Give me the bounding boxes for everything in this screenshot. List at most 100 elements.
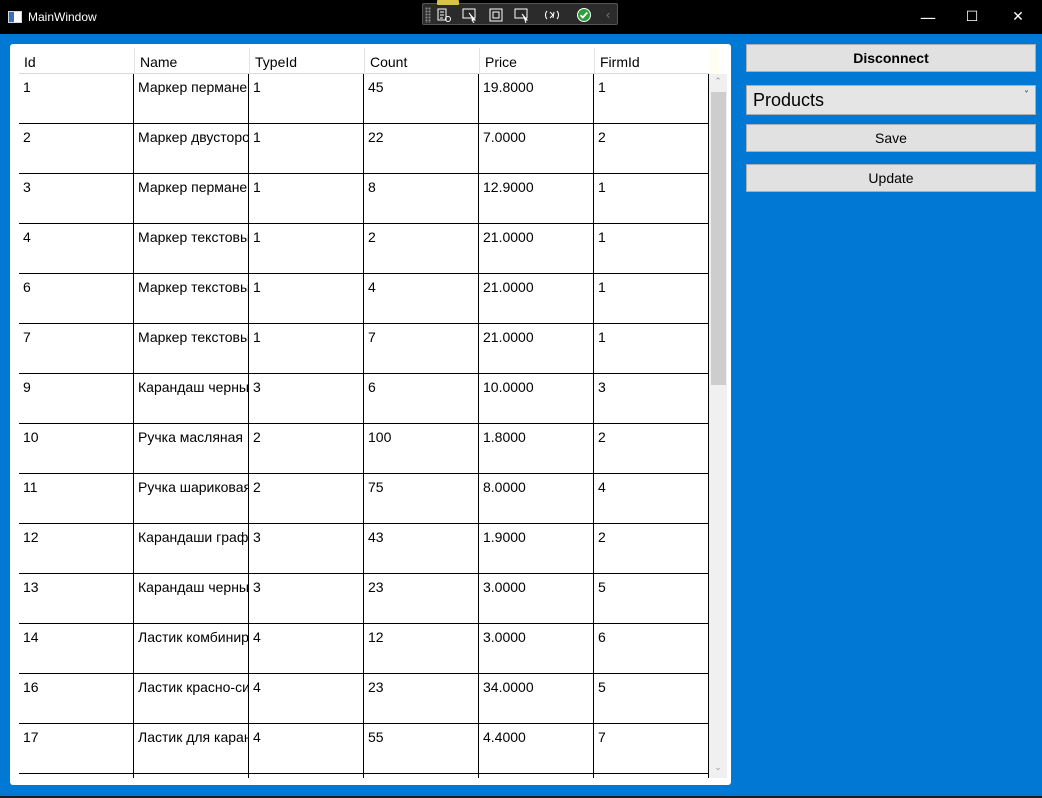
cell-typeid[interactable]: 1 bbox=[249, 74, 364, 124]
cell-price[interactable]: 3.0000 bbox=[479, 624, 594, 674]
cell-id[interactable]: 1 bbox=[19, 74, 134, 124]
cell-price[interactable]: 7.0000 bbox=[479, 124, 594, 174]
cell-count[interactable]: 22 bbox=[364, 124, 479, 174]
cell-firmid[interactable]: 2 bbox=[594, 524, 709, 574]
column-header-typeid[interactable]: TypeId bbox=[249, 48, 364, 74]
column-header-count[interactable]: Count bbox=[364, 48, 479, 74]
cell-typeid[interactable]: 1 bbox=[249, 274, 364, 324]
cell-typeid[interactable]: 1 bbox=[249, 224, 364, 274]
disconnect-button[interactable]: Disconnect bbox=[746, 44, 1036, 72]
cell-count[interactable] bbox=[364, 774, 479, 778]
table-row[interactable]: 1Маркер перманентный14519.80001 bbox=[19, 74, 709, 124]
select-element-icon[interactable] bbox=[461, 6, 479, 23]
table-select[interactable]: Products ˅ bbox=[746, 85, 1036, 115]
cell-name[interactable]: Маркер текстовый bbox=[134, 224, 249, 274]
cell-id[interactable]: 3 bbox=[19, 174, 134, 224]
table-row[interactable] bbox=[19, 774, 709, 778]
cell-firmid[interactable] bbox=[594, 774, 709, 778]
cell-typeid[interactable]: 1 bbox=[249, 324, 364, 374]
cell-count[interactable]: 4 bbox=[364, 274, 479, 324]
table-row[interactable]: 3Маркер перманентный1812.90001 bbox=[19, 174, 709, 224]
cell-price[interactable]: 3.0000 bbox=[479, 574, 594, 624]
cell-firmid[interactable]: 7 bbox=[594, 724, 709, 774]
table-row[interactable]: 10 Ручка масляная 2 100 1.8000 2 bbox=[19, 424, 709, 474]
table-row[interactable]: 7 Маркер текстовый 1 7 21.0000 1 bbox=[19, 324, 709, 374]
table-row[interactable]: 9 Карандаш черный 3 6 10.0000 3 bbox=[19, 374, 709, 424]
cell-typeid[interactable]: 3 bbox=[249, 574, 364, 624]
cell-name[interactable]: Маркер перманентный bbox=[134, 174, 249, 224]
display-adorners-icon[interactable] bbox=[487, 6, 505, 23]
cell-count[interactable]: 75 bbox=[364, 474, 479, 524]
cell-name[interactable]: Маркер текстовый bbox=[134, 274, 249, 324]
table-row[interactable]: 16Ластик красно-синий42334.00005 bbox=[19, 674, 709, 724]
update-button[interactable]: Update bbox=[746, 164, 1036, 192]
maximize-button[interactable]: ☐ bbox=[948, 0, 996, 34]
scroll-up-icon[interactable]: ⌃ bbox=[709, 74, 727, 90]
cell-name[interactable]: Карандаши графитные bbox=[134, 524, 249, 574]
column-header-name[interactable]: Name bbox=[134, 48, 249, 74]
hot-reload-icon[interactable] bbox=[543, 6, 561, 23]
table-row[interactable]: 13 Карандаш черный 3 23 3.0000 5 bbox=[19, 574, 709, 624]
cell-typeid[interactable]: 3 bbox=[249, 524, 364, 574]
cell-name[interactable]: Ластик для карандаша bbox=[134, 724, 249, 774]
scroll-down-icon[interactable]: ⌄ bbox=[709, 760, 727, 776]
cell-price[interactable]: 12.9000 bbox=[479, 174, 594, 224]
products-data-grid[interactable]: Id Name TypeId Count Price FirmId 1 Марке… bbox=[19, 48, 727, 778]
cell-id[interactable]: 10 bbox=[19, 424, 134, 474]
cell-price[interactable]: 8.0000 bbox=[479, 474, 594, 524]
table-row[interactable]: 6 Маркер текстовый 1 4 21.0000 1 bbox=[19, 274, 709, 324]
cell-firmid[interactable]: 2 bbox=[594, 424, 709, 474]
column-header-firmid[interactable]: FirmId bbox=[594, 48, 709, 74]
cell-firmid[interactable]: 5 bbox=[594, 574, 709, 624]
cell-name[interactable]: Ручка шариковая bbox=[134, 474, 249, 524]
cell-typeid[interactable]: 1 bbox=[249, 174, 364, 224]
close-button[interactable]: ✕ bbox=[994, 0, 1042, 34]
cell-firmid[interactable]: 1 bbox=[594, 224, 709, 274]
cell-id[interactable]: 4 bbox=[19, 224, 134, 274]
cell-count[interactable]: 45 bbox=[364, 74, 479, 124]
cell-price[interactable]: 34.0000 bbox=[479, 674, 594, 724]
cell-firmid[interactable]: 3 bbox=[594, 374, 709, 424]
cell-firmid[interactable]: 1 bbox=[594, 174, 709, 224]
cell-typeid[interactable]: 2 bbox=[249, 424, 364, 474]
cell-price[interactable]: 10.0000 bbox=[479, 374, 594, 424]
cell-name[interactable] bbox=[134, 774, 249, 778]
cell-name[interactable]: Маркер двусторонний bbox=[134, 124, 249, 174]
table-row[interactable]: 11 Ручка шариковая 2 75 8.0000 4 bbox=[19, 474, 709, 524]
cell-count[interactable]: 2 bbox=[364, 224, 479, 274]
cell-count[interactable]: 43 bbox=[364, 524, 479, 574]
cell-id[interactable]: 13 bbox=[19, 574, 134, 624]
collapse-toolbar-icon[interactable]: ‹ bbox=[599, 6, 617, 23]
cell-firmid[interactable]: 4 bbox=[594, 474, 709, 524]
cell-typeid[interactable]: 3 bbox=[249, 374, 364, 424]
cell-count[interactable]: 12 bbox=[364, 624, 479, 674]
cell-name[interactable]: Карандаш черный bbox=[134, 374, 249, 424]
scrollbar-thumb[interactable] bbox=[711, 92, 726, 385]
cell-id[interactable] bbox=[19, 774, 134, 778]
cell-price[interactable]: 1.8000 bbox=[479, 424, 594, 474]
cell-firmid[interactable]: 1 bbox=[594, 74, 709, 124]
table-row[interactable]: 4 Маркер текстовый 1 2 21.0000 1 bbox=[19, 224, 709, 274]
cell-id[interactable]: 16 bbox=[19, 674, 134, 724]
cell-typeid[interactable]: 4 bbox=[249, 724, 364, 774]
cell-price[interactable]: 21.0000 bbox=[479, 324, 594, 374]
table-row[interactable]: 2Маркер двусторонний1227.00002 bbox=[19, 124, 709, 174]
table-row[interactable]: 14Ластик комбинированный4123.00006 bbox=[19, 624, 709, 674]
cell-price[interactable]: 21.0000 bbox=[479, 274, 594, 324]
cell-typeid[interactable]: 1 bbox=[249, 124, 364, 174]
cell-name[interactable]: Маркер текстовый bbox=[134, 324, 249, 374]
cell-id[interactable]: 11 bbox=[19, 474, 134, 524]
cell-firmid[interactable]: 1 bbox=[594, 324, 709, 374]
cell-firmid[interactable]: 1 bbox=[594, 274, 709, 324]
cell-id[interactable]: 9 bbox=[19, 374, 134, 424]
cell-count[interactable]: 7 bbox=[364, 324, 479, 374]
toolbar-grip-icon[interactable] bbox=[425, 7, 431, 23]
vertical-scrollbar[interactable]: ⌃ ⌄ bbox=[709, 74, 727, 778]
cell-price[interactable]: 21.0000 bbox=[479, 224, 594, 274]
cell-id[interactable]: 17 bbox=[19, 724, 134, 774]
cell-count[interactable]: 8 bbox=[364, 174, 479, 224]
cell-count[interactable]: 23 bbox=[364, 674, 479, 724]
cell-id[interactable]: 7 bbox=[19, 324, 134, 374]
cell-name[interactable]: Ластик красно-синий bbox=[134, 674, 249, 724]
cell-typeid[interactable] bbox=[249, 774, 364, 778]
